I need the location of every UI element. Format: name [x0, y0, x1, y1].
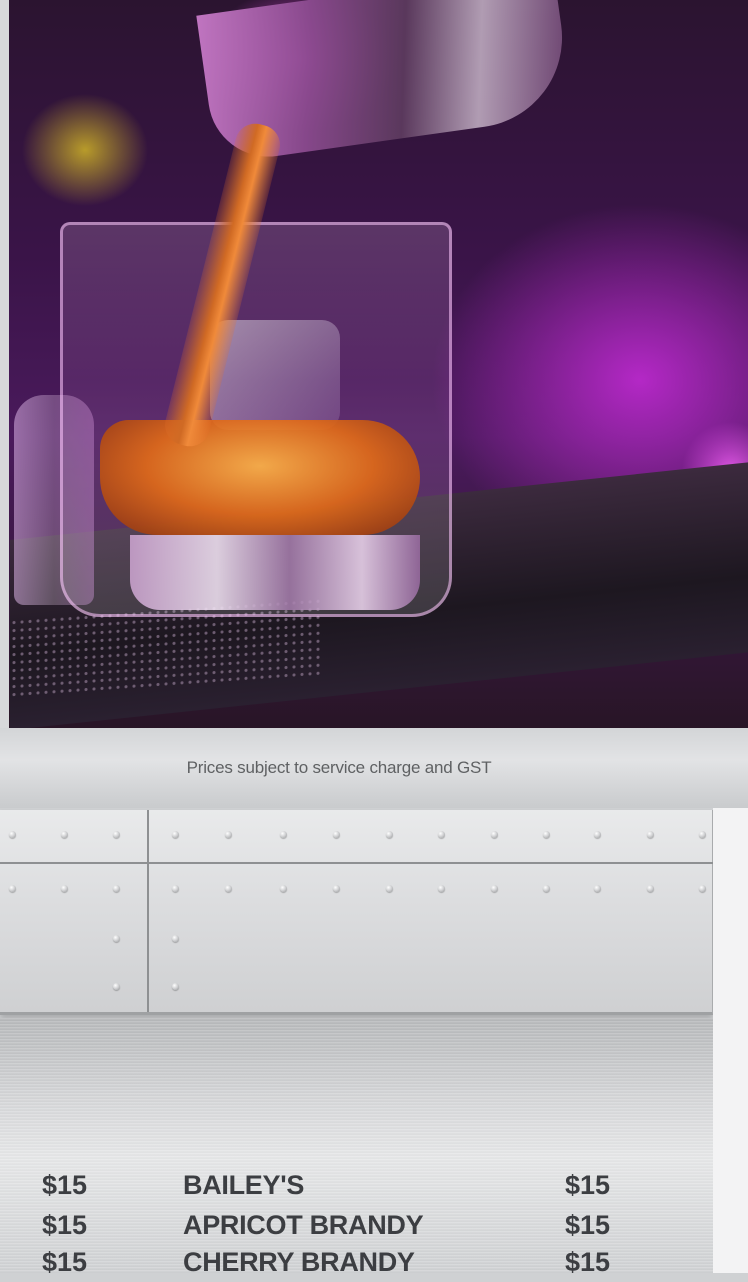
rivet [386, 831, 393, 838]
menu-item-price: $15 [565, 1170, 611, 1200]
rivet [280, 885, 287, 892]
menu-item-price: $15 [565, 1247, 611, 1277]
photo-border-left [0, 0, 9, 728]
rivet [438, 885, 445, 892]
liquor-in-glass [100, 420, 420, 535]
plate-seam-horizontal [0, 862, 713, 864]
menu-panel: $15 BAILEY'S $15 $15 APRICOT BRANDY $15 … [0, 1018, 713, 1277]
rivet [386, 885, 393, 892]
rivet [280, 831, 287, 838]
plate-seam-vertical [147, 810, 149, 1012]
rivet [543, 831, 550, 838]
rivet [225, 831, 232, 838]
riveted-metal-plates [0, 810, 713, 1015]
rivet [113, 885, 120, 892]
rivet [172, 831, 179, 838]
rivet [438, 831, 445, 838]
rivet [699, 885, 706, 892]
rivet [491, 831, 498, 838]
menu-item-price: $15 [565, 1210, 611, 1240]
rivet [113, 935, 120, 942]
left-column-price: $15 [42, 1170, 88, 1200]
rivet [113, 983, 120, 990]
rivet [333, 831, 340, 838]
rivet [61, 831, 68, 838]
menu-item-name: BAILEY'S [183, 1170, 305, 1200]
rivet [543, 885, 550, 892]
rivet [491, 885, 498, 892]
rivet [647, 885, 654, 892]
page-margin [713, 808, 748, 1273]
glass-base [130, 535, 420, 610]
rivet [9, 885, 16, 892]
pricing-notice: Prices subject to service charge and GST [186, 758, 492, 777]
menu-row: $15 BAILEY'S $15 [0, 1165, 713, 1205]
rivet [647, 831, 654, 838]
rivet [172, 885, 179, 892]
menu-row: $15 APRICOT BRANDY $15 [0, 1205, 713, 1245]
menu-item-name: APRICOT BRANDY [183, 1210, 424, 1240]
rivet [172, 935, 179, 942]
left-column-price: $15 [42, 1247, 88, 1277]
left-column-price: $15 [42, 1210, 88, 1240]
cocktail-photo [0, 0, 748, 728]
rivet [225, 885, 232, 892]
rivet [594, 831, 601, 838]
rivet [594, 885, 601, 892]
notice-band: Prices subject to service charge and GST [0, 728, 748, 808]
rivet [61, 885, 68, 892]
rivet [699, 831, 706, 838]
menu-row: $15 CHERRY BRANDY $15 [0, 1242, 713, 1282]
rivet [9, 831, 16, 838]
rivet [333, 885, 340, 892]
rivet [172, 983, 179, 990]
menu-item-name: CHERRY BRANDY [183, 1247, 415, 1277]
rivet [113, 831, 120, 838]
